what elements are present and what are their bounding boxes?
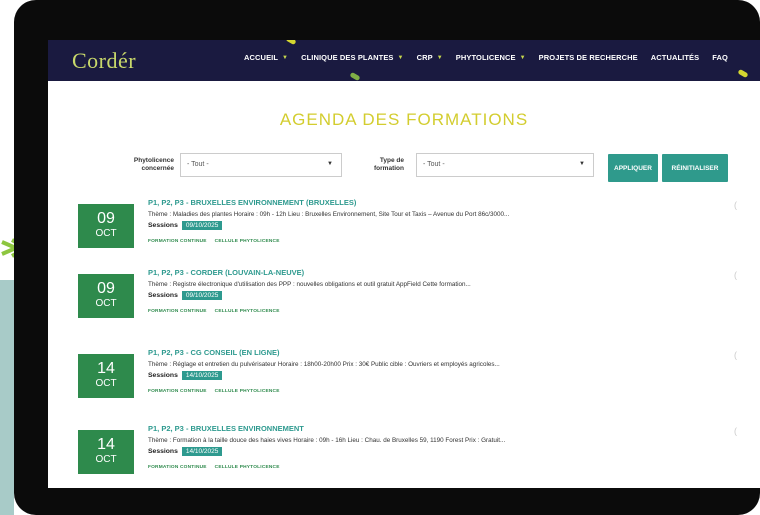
scroll-edge-decoration: ( [734,426,737,436]
decorative-leaf [349,71,361,82]
nav-item-label: ACTUALITÉS [650,53,700,62]
nav-item[interactable]: ACCUEIL ▼ [244,53,288,62]
laptop-frame: Cordér ACCUEIL ▼ CLINIQUE DES PLANTES ▼ CRP ▼… [14,0,760,515]
event-sessions: Sessions 09/10/2025 [148,291,223,300]
chevron-down-icon: ▼ [397,54,404,61]
event-day: 14 [97,436,115,453]
top-navigation: Cordér ACCUEIL ▼ CLINIQUE DES PLANTES ▼ CRP ▼… [48,40,760,82]
sessions-label: Sessions [148,222,178,229]
event-date-box: 09 OCT [78,204,134,248]
phytolicence-select[interactable]: - Tout - ▼ [180,153,342,177]
event-title-link[interactable]: P1, P2, P3 - CG CONSEIL (EN LIGNE) [148,348,280,357]
event-tag[interactable]: CELLULE PHYTOLICENCE [215,309,280,314]
decorative-leaf [285,40,297,46]
reset-button[interactable]: RÉINITIALISER [662,154,728,182]
nav-item[interactable]: PHYTOLICENCE ▼ [456,53,526,62]
event-item[interactable]: 09 OCT P1, P2, P3 - BRUXELLES ENVIRONNEMEN… [78,198,678,274]
chevron-down-icon: ▼ [436,54,443,61]
scroll-edge-decoration: ( [734,200,737,210]
event-tag[interactable]: CELLULE PHYTOLICENCE [215,239,280,244]
event-tag[interactable]: FORMATION CONTINUE [148,389,207,394]
page-title: AGENDA DES FORMATIONS [279,110,529,129]
type-formation-select[interactable]: - Tout - ▼ [416,153,594,177]
site-logo[interactable]: Cordér [72,48,136,74]
sessions-label: Sessions [148,292,178,299]
event-tag[interactable]: CELLULE PHYTOLICENCE [215,389,280,394]
chevron-down-icon: ▼ [282,54,289,61]
event-month: OCT [95,298,117,309]
type-formation-select-value: - Tout - [423,161,445,168]
type-filter-label: Type de formation [374,157,404,172]
nav-item[interactable]: FAQ [712,53,728,62]
nav-item-label: CRP [416,53,433,62]
apply-button[interactable]: APPLIQUER [608,154,658,182]
event-tags: FORMATION CONTINUE CELLULE PHYTOLICENCE [148,389,280,394]
session-date-badge[interactable]: 09/10/2025 [181,221,223,230]
nav-item[interactable]: ACTUALITÉS [651,53,700,62]
event-tag[interactable]: FORMATION CONTINUE [148,239,207,244]
event-tag[interactable]: FORMATION CONTINUE [148,309,207,314]
event-month: OCT [95,378,117,389]
nav-item-label: CLINIQUE DES PLANTES [301,53,394,62]
nav-item[interactable]: PROJETS DE RECHERCHE [539,53,638,62]
event-tags: FORMATION CONTINUE CELLULE PHYTOLICENCE [148,309,280,314]
phytolicence-filter-label: Phytolicence concernée [133,157,174,172]
event-month: OCT [95,228,117,239]
session-date-badge[interactable]: 14/10/2025 [181,371,223,380]
event-title-link[interactable]: P1, P2, P3 - BRUXELLES ENVIRONNEMENT [148,424,304,433]
event-description: Thème : Maladies des plantes Horaire : 0… [148,211,510,218]
event-tags: FORMATION CONTINUE CELLULE PHYTOLICENCE [148,465,280,470]
sessions-label: Sessions [148,448,178,455]
browser-screen: Cordér ACCUEIL ▼ CLINIQUE DES PLANTES ▼ CRP ▼… [48,40,760,488]
decorative-leaf [737,68,749,79]
nav-menu: ACCUEIL ▼ CLINIQUE DES PLANTES ▼ CRP ▼ PHYTOLI… [244,53,728,62]
nav-item-label: ACCUEIL [244,53,279,62]
event-tags: FORMATION CONTINUE CELLULE PHYTOLICENCE [148,239,280,244]
event-item[interactable]: 14 OCT P1, P2, P3 - CG CONSEIL (EN LIGNE) T… [78,348,678,424]
nav-item-label: PHYTOLICENCE [455,53,516,62]
stage: Cordér ACCUEIL ▼ CLINIQUE DES PLANTES ▼ CRP ▼… [0,0,760,515]
chevron-down-icon: ▼ [327,161,333,167]
event-description: Thème : Registre électronique d'utilisat… [148,281,471,288]
nav-item-label: PROJETS DE RECHERCHE [538,53,638,62]
event-month: OCT [95,454,117,465]
session-date-badge[interactable]: 14/10/2025 [181,447,223,456]
chevron-down-icon: ▼ [579,161,585,167]
event-sessions: Sessions 14/10/2025 [148,447,223,456]
event-sessions: Sessions 09/10/2025 [148,221,223,230]
event-title-link[interactable]: P1, P2, P3 - BRUXELLES ENVIRONNEMENT (BR… [148,198,356,207]
nav-item[interactable]: CRP ▼ [417,53,443,62]
nav-item[interactable]: CLINIQUE DES PLANTES ▼ [301,53,403,62]
scroll-edge-decoration: ( [734,270,737,280]
session-date-badge[interactable]: 09/10/2025 [181,291,223,300]
phytolicence-select-value: - Tout - [187,161,209,168]
sessions-label: Sessions [148,372,178,379]
event-tag[interactable]: FORMATION CONTINUE [148,465,207,470]
event-sessions: Sessions 14/10/2025 [148,371,223,380]
nav-item-label: FAQ [712,53,728,62]
event-date-box: 14 OCT [78,354,134,398]
event-day: 09 [97,280,115,297]
chevron-down-icon: ▼ [519,54,526,61]
event-title-link[interactable]: P1, P2, P3 - CORDER (LOUVAIN-LA-NEUVE) [148,268,304,277]
event-day: 09 [97,210,115,227]
event-description: Thème : Réglage et entretien du pulvéris… [148,361,500,368]
event-item[interactable]: 09 OCT P1, P2, P3 - CORDER (LOUVAIN-LA-NEU… [78,268,678,344]
event-description: Thème : Formation à la taille douce des … [148,437,506,444]
scroll-edge-decoration: ( [734,350,737,360]
event-day: 14 [97,360,115,377]
side-panel-decoration [0,280,14,515]
event-tag[interactable]: CELLULE PHYTOLICENCE [215,465,280,470]
event-date-box: 14 OCT [78,430,134,474]
event-date-box: 09 OCT [78,274,134,318]
event-item[interactable]: 14 OCT P1, P2, P3 - BRUXELLES ENVIRONNEMEN… [78,424,678,488]
